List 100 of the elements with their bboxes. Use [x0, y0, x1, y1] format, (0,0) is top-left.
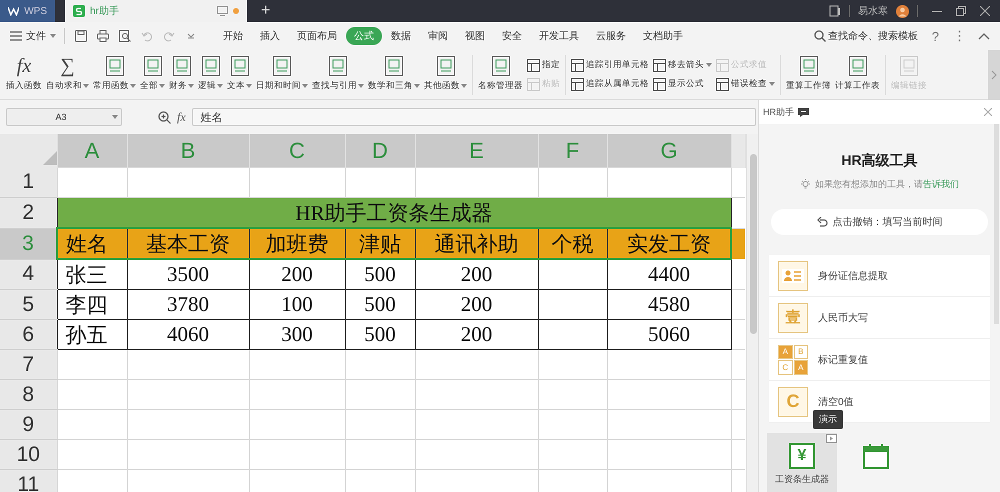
ribbon-button[interactable]: 常用函数: [91, 52, 138, 96]
ribbon-button[interactable]: 文本: [225, 52, 254, 96]
ribbon-button[interactable]: 追踪引用单元格: [571, 58, 649, 72]
scroll-thumb[interactable]: [750, 154, 756, 334]
ribbon-tab[interactable]: 安全: [502, 27, 522, 45]
row-header[interactable]: 8: [0, 380, 57, 410]
caret-icon[interactable]: [706, 63, 712, 67]
table-cell: 200: [249, 259, 345, 290]
caret-icon[interactable]: [246, 84, 252, 88]
ribbon-button[interactable]: fx 插入函数: [4, 52, 44, 96]
undo-button[interactable]: 点击撤销：填写当前时间: [771, 209, 988, 235]
row-header[interactable]: 4: [0, 259, 57, 290]
ribbon-tab[interactable]: 页面布局: [297, 27, 337, 45]
ribbon-button[interactable]: 其他函数: [422, 52, 469, 96]
row-header[interactable]: 1: [0, 168, 57, 198]
file-menu[interactable]: 文件: [10, 29, 56, 43]
hint-text: 如果您有想添加的工具，请告诉我们: [815, 178, 959, 191]
ribbon-button[interactable]: 名称管理器: [476, 52, 525, 96]
collapse-icon[interactable]: [978, 32, 990, 40]
ribbon-tab[interactable]: 文档助手: [643, 27, 683, 45]
ribbon-button[interactable]: 财务: [167, 52, 196, 96]
caret-icon[interactable]: [769, 82, 775, 86]
row-header[interactable]: 2: [0, 198, 57, 228]
formula-field[interactable]: 姓名: [192, 108, 756, 126]
ribbon-tab[interactable]: 视图: [465, 27, 485, 45]
ribbon-button[interactable]: 错误检查: [716, 78, 775, 90]
ribbon-button[interactable]: 数学和三角: [366, 52, 422, 96]
caret-icon[interactable]: [112, 115, 118, 119]
close-icon[interactable]: [980, 6, 990, 16]
row-header[interactable]: 9: [0, 410, 57, 440]
tool-item[interactable]: 壹 人民币大写: [769, 297, 990, 339]
row-header[interactable]: 5: [0, 290, 57, 320]
caret-icon[interactable]: [302, 84, 308, 88]
print-icon[interactable]: [97, 30, 109, 42]
ribbon-button[interactable]: 追踪从属单元格: [571, 78, 649, 90]
function-icon: [104, 54, 126, 76]
row-header[interactable]: 10: [0, 440, 57, 470]
caret-icon[interactable]: [358, 84, 364, 88]
ribbon-tab[interactable]: 插入: [260, 27, 280, 45]
ribbon-button[interactable]: 逻辑: [196, 52, 225, 96]
ribbon-tab[interactable]: 开发工具: [539, 27, 579, 45]
tool-tile[interactable]: ¥ 工资条生成器: [767, 433, 837, 492]
table-cell: 4400: [607, 259, 731, 290]
caret-icon[interactable]: [50, 34, 56, 38]
caret-icon[interactable]: [83, 84, 89, 88]
undo-icon[interactable]: [141, 30, 153, 42]
table-cell: 津贴: [345, 228, 415, 259]
ribbon-button[interactable]: 移去箭头: [653, 58, 712, 72]
table-cell: 100: [249, 290, 345, 320]
avatar-icon[interactable]: [896, 4, 909, 18]
caret-icon[interactable]: [217, 84, 223, 88]
window-icon[interactable]: [829, 5, 841, 17]
redo-icon[interactable]: [163, 30, 175, 42]
tool-item[interactable]: 身份证信息提取: [769, 255, 990, 297]
document-tab[interactable]: WPS: [0, 0, 55, 22]
ribbon-tab[interactable]: 云服务: [596, 27, 626, 45]
tool-item[interactable]: A B C A 标记重复值: [769, 339, 990, 381]
function-icon: [434, 54, 456, 76]
caret-icon[interactable]: [414, 84, 420, 88]
table-cell: 500: [345, 320, 415, 350]
save-icon[interactable]: [75, 30, 87, 42]
ribbon-tab[interactable]: 数据: [391, 27, 411, 45]
scrollbar[interactable]: [994, 124, 999, 324]
function-icon: [142, 54, 164, 76]
row-header[interactable]: 7: [0, 350, 57, 380]
caret-icon[interactable]: [188, 84, 194, 88]
row-header[interactable]: 6: [0, 320, 57, 350]
restore-icon[interactable]: [956, 6, 966, 16]
function-glyph[interactable]: fx: [177, 110, 186, 124]
zoom-icon[interactable]: [158, 110, 171, 124]
row-header[interactable]: 11: [0, 470, 57, 492]
ribbon-button[interactable]: ∑ 自动求和: [44, 52, 91, 96]
help-button[interactable]: ?: [932, 28, 939, 44]
panel-heading: HR高级工具: [841, 152, 918, 170]
ribbon-button[interactable]: 指定: [527, 58, 560, 72]
ribbon-button[interactable]: 日期和时间: [254, 52, 310, 96]
more-button[interactable]: ⋮: [953, 28, 966, 44]
play-icon[interactable]: [826, 434, 837, 444]
user-name[interactable]: 易水寒: [858, 4, 888, 18]
new-tab-button[interactable]: +: [261, 0, 270, 22]
chat-icon[interactable]: [798, 108, 809, 116]
ribbon-button[interactable]: 计算工作表: [833, 52, 882, 96]
ribbon-button[interactable]: 全部: [138, 52, 167, 96]
caret-icon[interactable]: [461, 84, 467, 88]
table-cell: 500: [345, 259, 415, 290]
function-icon: [271, 54, 293, 76]
search-command[interactable]: 查找命令、搜索模板: [814, 29, 918, 43]
table-cell: 基本工资: [127, 228, 249, 259]
table-cell: 200: [415, 320, 538, 350]
ribbon-button[interactable]: 显示公式: [653, 78, 712, 90]
scrollbar[interactable]: [746, 134, 758, 492]
preview-icon[interactable]: [119, 30, 131, 42]
ribbon-tab[interactable]: 审阅: [428, 27, 448, 45]
name-box[interactable]: A3: [6, 108, 122, 126]
ribbon-button[interactable]: 查找与引用: [310, 52, 366, 96]
table-cell: 姓名: [57, 228, 127, 259]
caret-icon[interactable]: [159, 84, 165, 88]
ribbon-tab[interactable]: 开始: [223, 27, 243, 45]
ribbon-button[interactable]: 重算工作簿: [784, 52, 833, 96]
caret-icon[interactable]: [130, 84, 136, 88]
